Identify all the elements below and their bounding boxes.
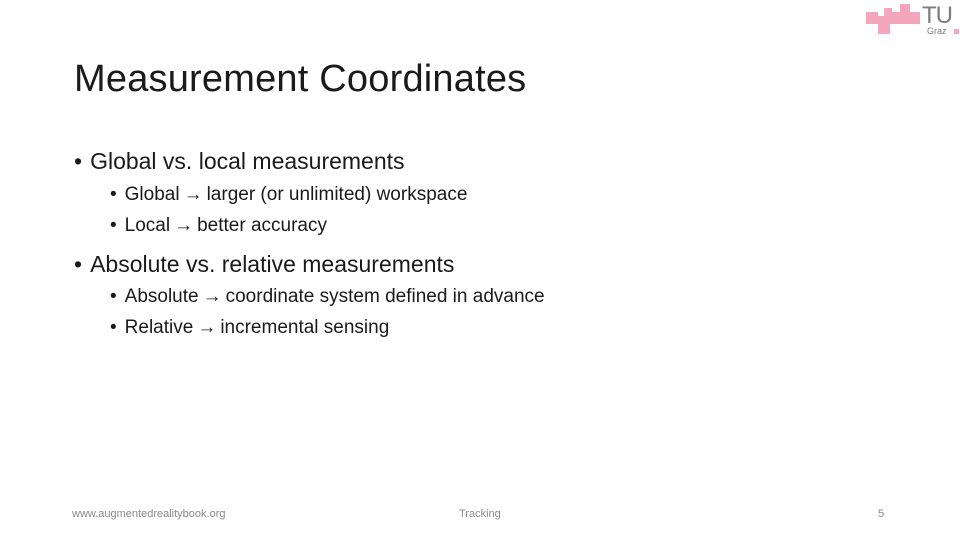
bullet-text: Absolute vs. relative measurements xyxy=(90,251,455,277)
sub-bullet-right: incremental sensing xyxy=(220,317,390,338)
logo-dot xyxy=(954,29,959,34)
bullet-icon: • xyxy=(110,215,117,236)
tu-graz-logo: TU Graz xyxy=(866,2,960,38)
logo-block xyxy=(866,12,878,24)
arrow-right-icon: → xyxy=(197,317,217,338)
logo-block xyxy=(900,4,910,24)
logo-block xyxy=(910,12,920,24)
bullet-icon: • xyxy=(110,184,117,205)
footer-section: Tracking xyxy=(459,508,501,520)
arrow-right-icon: → xyxy=(174,215,194,236)
bullet-icon: • xyxy=(74,251,83,277)
logo-block xyxy=(884,8,892,16)
logo-text-graz: Graz xyxy=(927,26,947,36)
bullet-icon: • xyxy=(74,148,83,174)
footer-url: www.augmentedrealitybook.org xyxy=(72,508,226,520)
sub-bullet-item: • Relative → incremental sensing xyxy=(110,317,389,339)
arrow-right-icon: → xyxy=(202,286,222,307)
sub-bullet-right: coordinate system defined in advance xyxy=(225,286,545,307)
logo-block xyxy=(878,16,890,34)
sub-bullet-left: Relative xyxy=(124,317,194,338)
sub-bullet-left: Absolute xyxy=(124,286,199,307)
sub-bullet-item: • Global → larger (or unlimited) workspace xyxy=(110,184,467,206)
bullet-item: • Global vs. local measurements xyxy=(74,148,405,175)
bullet-item: • Absolute vs. relative measurements xyxy=(74,251,454,278)
sub-bullet-item: • Local → better accuracy xyxy=(110,215,327,237)
sub-bullet-item: • Absolute → coordinate system defined in a… xyxy=(110,286,545,308)
sub-bullet-right: larger (or unlimited) workspace xyxy=(206,184,468,205)
page-number: 5 xyxy=(878,508,885,520)
sub-bullet-left: Global xyxy=(124,184,180,205)
sub-bullet-left: Local xyxy=(124,215,171,236)
bullet-icon: • xyxy=(110,286,117,307)
sub-bullet-right: better accuracy xyxy=(197,215,327,236)
bullet-text: Global vs. local measurements xyxy=(90,148,405,174)
slide-title: Measurement Coordinates xyxy=(74,58,527,100)
bullet-icon: • xyxy=(110,317,117,338)
arrow-right-icon: → xyxy=(183,184,203,205)
